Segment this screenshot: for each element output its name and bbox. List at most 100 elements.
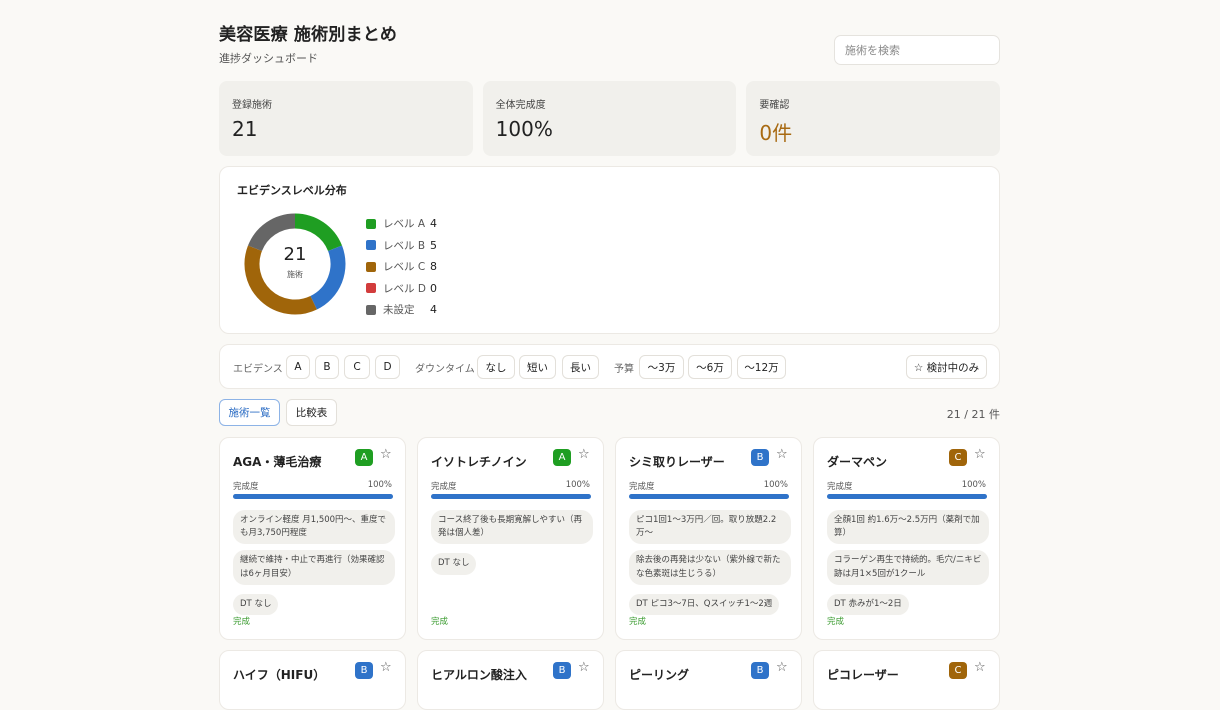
stat-registered: 登録施術 21 [219,81,473,156]
evidence-badge: B [355,662,373,679]
tab-compare-table[interactable]: 比較表 [286,399,337,426]
legend-label: レベル D [383,282,426,295]
filter-bar: エビデンス A B C D ダウンタイム なし 短い 長い 予算 〜3万 〜6万… [219,344,1000,389]
filter-evidence-c[interactable]: C [344,355,370,379]
status-label: 完成 [233,617,251,627]
progress-label: 完成度 [827,482,853,492]
note-chip: ピコ1回1〜3万円／回。取り放題2.2万〜 [629,510,791,545]
progress-label: 完成度 [233,482,259,492]
status-label: 完成 [827,617,845,627]
card-title: シミ取りレーザー [629,455,725,469]
card-title: ダーマペン [827,455,888,469]
result-count: 21 / 21 件 [946,408,1000,421]
downtime-chip: DT 赤みが1〜2日 [827,593,909,615]
legend-swatch [366,283,376,294]
note-chip: 除去後の再発は少ない（紫外線で新たな色素斑は生じうる） [629,550,791,585]
star-icon[interactable]: ☆ [776,660,788,675]
progress-label: 完成度 [431,482,457,492]
evidence-badge: C [949,449,967,466]
treatment-card[interactable]: シミ取りレーザー B ☆ 完成度 100% ピコ1回1〜3万円／回。取り放題2.… [615,437,802,640]
star-icon[interactable]: ☆ [974,447,986,462]
card-title: ピーリング [629,668,690,682]
filter-downtime-none[interactable]: なし [477,355,515,379]
filter-downtime-short[interactable]: 短い [519,355,556,379]
legend-item-b: レベル B 5 [366,235,437,257]
legend-count: 5 [430,238,437,252]
treatment-card[interactable]: ピコレーザー C ☆ [813,650,1000,710]
watchlist-only-toggle[interactable]: ☆ 検討中のみ [906,355,987,379]
progress-percent: 100% [565,480,590,490]
page-subtitle: 進捗ダッシュボード [219,52,318,65]
card-notes: オンライン軽度 月1,500円〜、重度でも月3,750円程度 継続で維持・中止で… [233,510,395,621]
note-chip: 継続で維持・中止で再進行（効果確認は6ヶ月目安） [233,550,395,585]
progress-bar [827,494,987,499]
legend-swatch [366,240,376,251]
legend-swatch [366,304,376,315]
filter-budget-60k[interactable]: 〜6万 [688,355,732,379]
star-icon[interactable]: ☆ [380,660,392,675]
stat-value: 21 [232,117,258,141]
legend-item-unset: 未設定 4 [366,299,437,321]
star-icon[interactable]: ☆ [974,660,986,675]
stat-value: 100% [495,117,553,141]
star-icon[interactable]: ☆ [776,447,788,462]
filter-budget-30k[interactable]: 〜3万 [639,355,684,379]
page-title: 美容医療 施術別まとめ [219,25,398,45]
filter-label-budget: 予算 [614,364,634,375]
legend-item-d: レベル D 0 [366,278,437,300]
evidence-badge: B [751,449,769,466]
legend-label: レベル B [383,239,426,252]
legend-label: 未設定 [383,304,415,317]
tab-treatment-list[interactable]: 施術一覧 [219,399,280,426]
donut-total: 21 [283,244,307,265]
page-header: 美容医療 施術別まとめ 進捗ダッシュボード [219,0,1000,80]
card-title: AGA・薄毛治療 [233,455,322,469]
downtime-chip: DT なし [233,593,279,615]
progress-bar [629,494,789,499]
filter-evidence-a[interactable]: A [286,355,310,379]
filter-evidence-d[interactable]: D [375,355,400,379]
legend-item-a: レベル A 4 [366,213,437,235]
progress-fill [827,494,987,499]
legend-count: 4 [430,217,437,231]
filter-budget-120k[interactable]: 〜12万 [737,355,786,379]
search-input[interactable] [834,35,1000,65]
card-title: ヒアルロン酸注入 [431,668,527,682]
card-notes: ピコ1回1〜3万円／回。取り放題2.2万〜 除去後の再発は少ない（紫外線で新たな… [629,510,791,621]
treatment-card[interactable]: ハイフ（HIFU） B ☆ [219,650,406,710]
evidence-badge: A [553,449,571,466]
evidence-title: エビデンスレベル分布 [237,184,347,197]
legend-label: レベル C [383,261,426,274]
legend-item-c: レベル C 8 [366,256,437,278]
filter-evidence-b[interactable]: B [315,355,339,379]
treatment-card[interactable]: イソトレチノイン A ☆ 完成度 100% コース終了後も長期寛解しやすい（再発… [417,437,604,640]
treatment-card[interactable]: ピーリング B ☆ [615,650,802,710]
note-chip: コラーゲン再生で持続的。毛穴/ニキビ跡は月1×5回が1クール [827,550,989,585]
note-chip: オンライン軽度 月1,500円〜、重度でも月3,750円程度 [233,510,395,545]
legend-count: 4 [430,303,437,317]
legend-count: 8 [430,260,437,274]
evidence-badge: A [355,449,373,466]
card-title: ピコレーザー [827,668,899,682]
progress-fill [629,494,789,499]
card-title: ハイフ（HIFU） [233,668,326,682]
treatment-card[interactable]: ヒアルロン酸注入 B ☆ [417,650,604,710]
filter-label-evidence: エビデンス [233,364,283,375]
donut-total-label: 施術 [287,270,303,279]
stat-completion: 全体完成度 100% [482,81,737,156]
treatment-card[interactable]: AGA・薄毛治療 A ☆ 完成度 100% オンライン軽度 月1,500円〜、重… [219,437,406,640]
filter-downtime-long[interactable]: 長い [562,355,599,379]
legend-swatch [366,261,376,272]
filter-label-downtime: ダウンタイム [415,364,475,375]
star-icon[interactable]: ☆ [380,447,392,462]
card-notes: 全顔1回 約1.6万〜2.5万円（薬剤で加算） コラーゲン再生で持続的。毛穴/ニ… [827,510,989,621]
dashboard: 美容医療 施術別まとめ 進捗ダッシュボード 登録施術 21 全体完成度 100%… [219,0,1001,710]
star-icon[interactable]: ☆ [578,447,590,462]
star-icon[interactable]: ☆ [578,660,590,675]
downtime-chip: DT ピコ3〜7日、Qスイッチ1〜2週 [629,593,780,615]
progress-label: 完成度 [629,482,655,492]
legend-swatch [366,218,376,229]
stat-value: 0件 [759,121,793,145]
progress-percent: 100% [763,480,788,490]
treatment-card[interactable]: ダーマペン C ☆ 完成度 100% 全顔1回 約1.6万〜2.5万円（薬剤で加… [813,437,1000,640]
